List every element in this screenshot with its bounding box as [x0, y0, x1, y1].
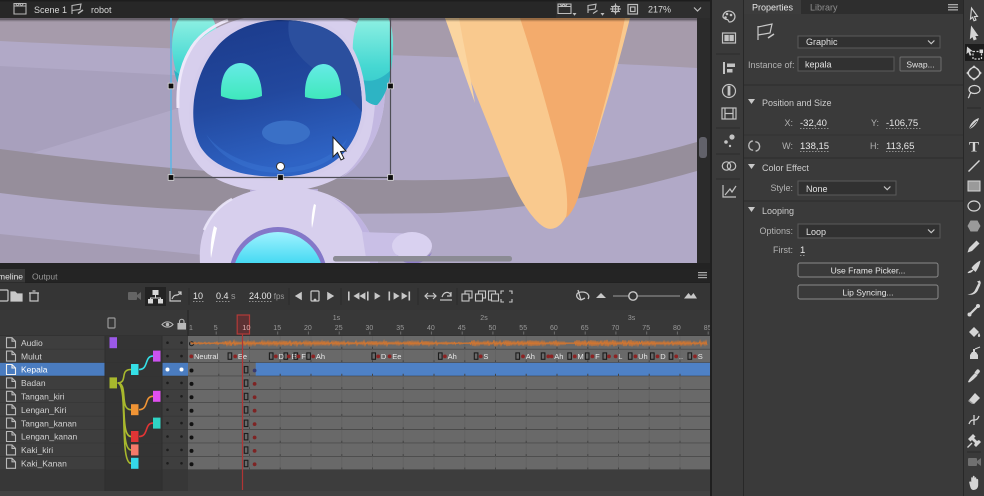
- svg-text:Graphic: Graphic: [806, 37, 838, 47]
- svg-text:30: 30: [366, 325, 374, 332]
- svg-text:1s: 1s: [333, 315, 341, 322]
- svg-text:Scene 1: Scene 1: [34, 5, 67, 15]
- svg-text:45: 45: [458, 325, 466, 332]
- svg-text:40: 40: [427, 325, 435, 332]
- svg-text:25: 25: [335, 325, 343, 332]
- svg-text:138,15: 138,15: [800, 141, 829, 152]
- svg-text:Ah: Ah: [554, 352, 563, 361]
- svg-text:-106,75: -106,75: [886, 118, 918, 129]
- svg-text:None: None: [806, 184, 828, 194]
- svg-text:Kaki_Kanan: Kaki_Kanan: [21, 459, 67, 469]
- svg-text:Color Effect: Color Effect: [762, 163, 809, 173]
- svg-text:Output: Output: [32, 272, 58, 282]
- svg-text:Kepala: Kepala: [21, 365, 48, 375]
- svg-text:Position and Size: Position and Size: [762, 98, 832, 108]
- svg-text:65: 65: [581, 325, 589, 332]
- svg-text:10: 10: [242, 323, 250, 332]
- svg-text:55: 55: [519, 325, 527, 332]
- svg-text:35: 35: [396, 325, 404, 332]
- svg-text:First:: First:: [773, 245, 793, 255]
- svg-text:Lengan_Kiri: Lengan_Kiri: [21, 405, 66, 415]
- svg-text:20: 20: [304, 325, 312, 332]
- svg-text:Lengan_kanan: Lengan_kanan: [21, 432, 78, 442]
- svg-text:D: D: [381, 352, 387, 361]
- svg-text:meline: meline: [0, 272, 23, 282]
- svg-text:75: 75: [642, 325, 650, 332]
- svg-text:15: 15: [273, 325, 281, 332]
- svg-text:S: S: [698, 352, 703, 361]
- svg-text:Properties: Properties: [752, 3, 794, 13]
- svg-text:Tangan_kiri: Tangan_kiri: [21, 392, 65, 402]
- svg-text:Ah: Ah: [526, 352, 535, 361]
- svg-text:5: 5: [214, 325, 218, 332]
- svg-text:H:: H:: [870, 141, 879, 151]
- svg-text:S: S: [483, 352, 488, 361]
- svg-text:X:: X:: [784, 118, 793, 128]
- svg-text:D: D: [660, 352, 666, 361]
- svg-text:-32,40: -32,40: [800, 118, 827, 129]
- svg-text:Instance of:: Instance of:: [748, 60, 795, 70]
- svg-text:113,65: 113,65: [886, 141, 914, 152]
- svg-text:1: 1: [189, 325, 193, 332]
- svg-text:217%: 217%: [648, 5, 671, 15]
- svg-text:Y:: Y:: [871, 118, 879, 128]
- svg-text:70: 70: [612, 325, 620, 332]
- svg-text:Ah: Ah: [448, 352, 457, 361]
- svg-text:kepala: kepala: [805, 60, 832, 70]
- svg-text:Ee: Ee: [392, 352, 401, 361]
- svg-text:50: 50: [489, 325, 497, 332]
- svg-text:Style:: Style:: [770, 183, 793, 193]
- svg-text:24.00 fps: 24.00 fps: [249, 291, 284, 301]
- svg-text:Uh: Uh: [638, 352, 648, 361]
- svg-text:1: 1: [800, 245, 805, 256]
- svg-text:Swap...: Swap...: [906, 60, 934, 70]
- svg-text:robot: robot: [91, 5, 112, 15]
- svg-text:Badan: Badan: [21, 378, 46, 388]
- svg-text:10: 10: [193, 291, 203, 301]
- svg-text:Library: Library: [810, 3, 838, 13]
- svg-text:Ah: Ah: [316, 352, 325, 361]
- svg-text:L: L: [618, 352, 622, 361]
- svg-text:0.4 s: 0.4 s: [216, 291, 236, 301]
- svg-text:Use Frame Picker...: Use Frame Picker...: [831, 266, 906, 276]
- svg-text:Neutral: Neutral: [194, 352, 219, 361]
- svg-text:W:: W:: [782, 141, 793, 151]
- svg-text:80: 80: [673, 325, 681, 332]
- svg-text:Lip Syncing...: Lip Syncing...: [842, 288, 893, 298]
- svg-text:Kaki_kiri: Kaki_kiri: [21, 445, 53, 455]
- svg-text:60: 60: [550, 325, 558, 332]
- svg-text:..: ..: [679, 352, 683, 361]
- svg-text:T: T: [969, 140, 979, 156]
- svg-text:Audio: Audio: [21, 338, 43, 348]
- svg-text:M: M: [578, 352, 584, 361]
- svg-text:Loop: Loop: [806, 227, 826, 237]
- svg-text:Looping: Looping: [762, 206, 794, 216]
- svg-text:Options:: Options:: [759, 226, 793, 236]
- svg-text:3s: 3s: [628, 315, 636, 322]
- svg-text:Tangan_kanan: Tangan_kanan: [21, 418, 77, 428]
- svg-text:F: F: [595, 352, 600, 361]
- svg-text:2s: 2s: [480, 315, 488, 322]
- svg-text:Mulut: Mulut: [21, 351, 42, 361]
- svg-text:F: F: [301, 352, 306, 361]
